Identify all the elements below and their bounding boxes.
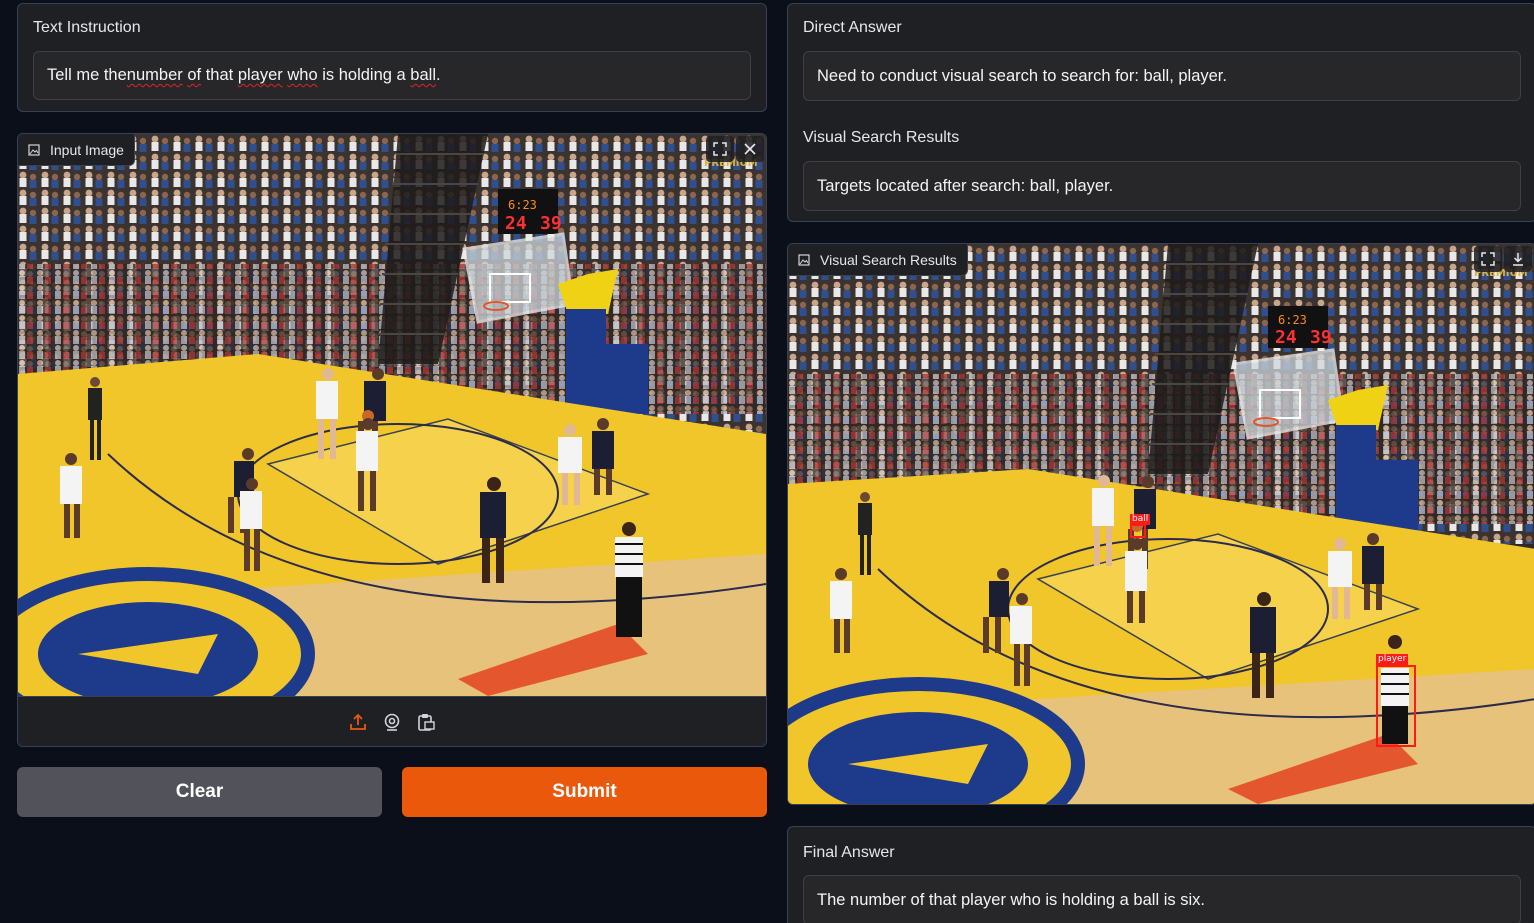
visual-search-image-photo: 6:23 24 39 PREMIUM <box>788 244 1534 804</box>
upload-icon[interactable] <box>348 712 368 732</box>
input-image-actions <box>706 136 764 162</box>
basketball-scene-right: 6:23 24 39 PREMIUM <box>788 244 1534 804</box>
instruction-text-part: who <box>287 66 318 84</box>
instruction-text-part: Tell me the <box>47 66 127 84</box>
detection-player-box <box>1376 665 1416 747</box>
scoreboard-shot-left: 24 <box>505 213 527 234</box>
instruction-text-part: . <box>435 66 441 84</box>
instruction-text-part: number <box>126 66 183 84</box>
input-image-toolbar <box>18 696 766 746</box>
visual-search-text-output[interactable]: Targets located after search: ball, play… <box>803 161 1521 211</box>
close-icon[interactable] <box>736 136 764 162</box>
fullscreen-icon[interactable] <box>706 136 734 162</box>
instruction-text-part: that <box>201 66 238 84</box>
download-icon[interactable] <box>1504 246 1532 272</box>
scoreboard-side-left: 39 <box>540 213 562 234</box>
scoreboard-time-left: 6:23 <box>508 198 537 212</box>
answers-panel: Direct Answer Need to conduct visual sea… <box>787 3 1534 222</box>
instruction-text-part: ball <box>410 66 436 84</box>
fullscreen-icon[interactable] <box>1474 246 1502 272</box>
scoreboard-time-right: 6:23 <box>1278 313 1307 327</box>
visual-search-image-label: Visual Search Results <box>820 251 957 268</box>
text-instruction-panel: Text Instruction Tell me the number of t… <box>17 3 767 112</box>
image-icon <box>798 253 810 266</box>
detection-player-label: player <box>1376 654 1409 665</box>
direct-answer-output[interactable]: Need to conduct visual search to search … <box>803 51 1521 101</box>
visual-search-image-panel: Visual Search Results 6:23 24 39 PREMIUM… <box>787 243 1534 805</box>
scoreboard-side-right: 39 <box>1310 327 1332 348</box>
image-icon <box>28 143 40 156</box>
instruction-text-part: player <box>237 66 283 84</box>
text-instruction-label: Text Instruction <box>33 19 141 36</box>
direct-answer-label: Direct Answer <box>803 19 902 36</box>
final-answer-panel: Final Answer The number of that player w… <box>787 826 1534 923</box>
clear-button[interactable]: Clear <box>17 767 382 817</box>
final-answer-label: Final Answer <box>803 844 895 861</box>
webcam-icon[interactable] <box>382 712 402 732</box>
input-image-label: Input Image <box>50 141 124 158</box>
instruction-text-part: of <box>187 66 202 84</box>
input-image-panel[interactable]: Input Image 6:23 24 39 PREMIUM <box>17 133 767 747</box>
basketball-scene-left: 6:23 24 39 PREMIUM <box>18 134 766 696</box>
submit-button[interactable]: Submit <box>402 767 767 817</box>
scoreboard-shot-right: 24 <box>1275 327 1297 348</box>
clipboard-icon[interactable] <box>416 712 436 732</box>
visual-search-text-label: Visual Search Results <box>803 129 960 146</box>
instruction-text-part: is holding a <box>317 66 411 84</box>
visual-search-image-tag: Visual Search Results <box>788 244 968 276</box>
final-answer-output[interactable]: The number of that player who is holding… <box>803 875 1521 923</box>
input-image-tag: Input Image <box>18 134 135 166</box>
input-image-photo: 6:23 24 39 PREMIUM <box>18 134 766 696</box>
detection-ball-box <box>1130 524 1146 538</box>
text-instruction-input[interactable]: Tell me the number of that player who is… <box>33 51 751 100</box>
visual-search-image-actions <box>1474 246 1532 272</box>
